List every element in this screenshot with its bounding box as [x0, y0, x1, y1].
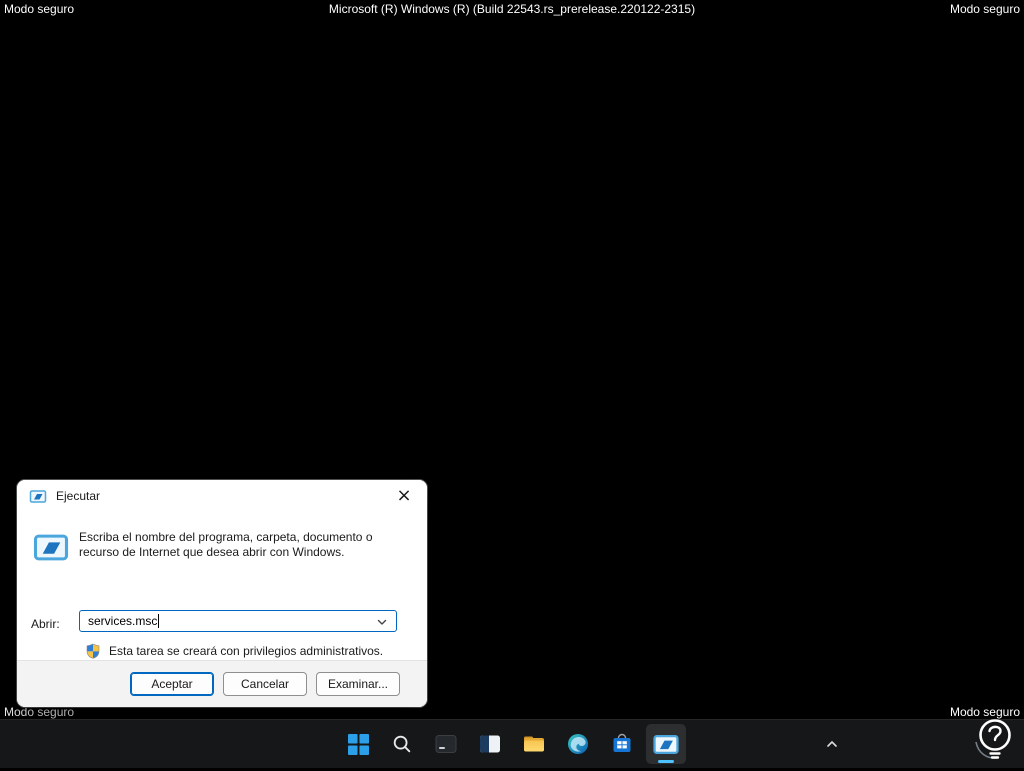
task-view-button[interactable] — [470, 724, 510, 764]
store-button[interactable] — [602, 724, 642, 764]
admin-note-row: Esta tarea se creará con privilegios adm… — [85, 643, 383, 659]
folder-icon — [522, 732, 546, 756]
search-icon — [391, 733, 413, 755]
safe-mode-label-top-right: Modo seguro — [949, 2, 1020, 16]
task-view-icon — [479, 733, 501, 755]
run-dialog-titlebar: Ejecutar × — [17, 480, 427, 512]
taskbar-icon-group — [338, 724, 686, 764]
edge-icon — [566, 732, 590, 756]
close-icon[interactable]: × — [381, 480, 427, 512]
open-combobox[interactable]: services.msc — [79, 610, 397, 632]
edge-button[interactable] — [558, 724, 598, 764]
run-app-button[interactable] — [646, 724, 686, 764]
store-icon — [610, 732, 634, 756]
admin-note-text: Esta tarea se creará con privilegios adm… — [109, 644, 384, 658]
dark-window-icon — [435, 733, 457, 755]
open-label: Abrir: — [31, 617, 60, 631]
safe-mode-label-top-left: Modo seguro — [4, 2, 75, 16]
run-dialog-footer: Aceptar Cancelar Examinar... — [17, 660, 427, 707]
taskbar-app-dark-window[interactable] — [426, 724, 466, 764]
run-icon — [29, 489, 47, 504]
browse-button[interactable]: Examinar... — [316, 672, 400, 696]
run-icon-large — [33, 532, 69, 563]
windows-build-label: Microsoft (R) Windows (R) (Build 22543.r… — [328, 2, 696, 16]
uac-shield-icon — [85, 643, 101, 659]
lightbulb-logo-icon — [966, 710, 1022, 766]
start-button[interactable] — [338, 724, 378, 764]
windows-logo-icon — [347, 733, 369, 755]
text-caret — [158, 614, 160, 628]
file-explorer-button[interactable] — [514, 724, 554, 764]
open-combobox-value: services.msc — [88, 614, 158, 628]
taskbar-overflow-button[interactable] — [816, 724, 848, 764]
safe-mode-label-bottom-left: Modo seguro — [4, 705, 75, 719]
taskbar — [0, 719, 1024, 768]
cancel-button[interactable]: Cancelar — [223, 672, 307, 696]
dialog-description: Escriba el nombre del programa, carpeta,… — [79, 530, 373, 559]
chevron-up-icon — [824, 736, 840, 752]
run-app-icon — [653, 733, 679, 756]
dialog-title: Ejecutar — [56, 489, 101, 503]
run-dialog-body: Escriba el nombre del programa, carpeta,… — [17, 512, 427, 660]
ok-button[interactable]: Aceptar — [130, 672, 214, 696]
search-button[interactable] — [382, 724, 422, 764]
active-app-indicator — [658, 760, 674, 763]
run-dialog: Ejecutar × Escriba el nombre del program… — [17, 480, 427, 707]
chevron-down-icon[interactable] — [374, 614, 390, 630]
